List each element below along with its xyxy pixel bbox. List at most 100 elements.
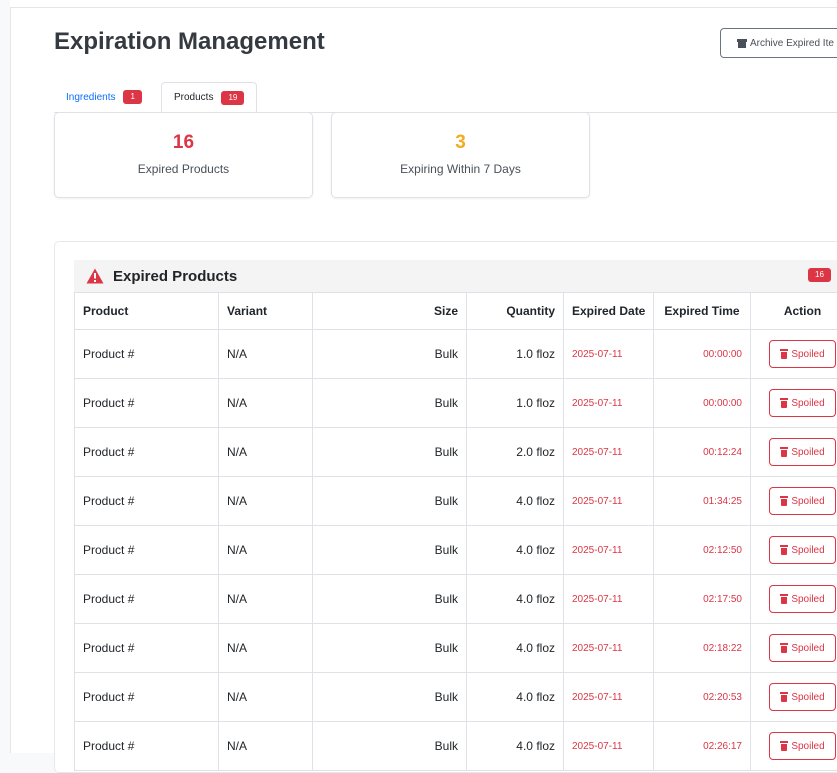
page-title: Expiration Management (54, 28, 325, 56)
section-count-badge: 16 (808, 268, 831, 282)
expired-products-label: Expired Products (55, 162, 312, 176)
spoiled-button[interactable]: Spoiled (769, 732, 835, 760)
cell-expired-time: 00:00:00 (654, 330, 751, 379)
cell-quantity: 1.0 floz (467, 330, 564, 379)
spoiled-button-label: Spoiled (791, 545, 824, 556)
expiring-soon-count: 3 (332, 132, 589, 154)
spoiled-button[interactable]: Spoiled (769, 634, 835, 662)
spoiled-button[interactable]: Spoiled (769, 487, 835, 515)
archive-icon (737, 39, 747, 48)
column-header-quantity[interactable]: Quantity (467, 293, 564, 330)
cell-product: Product # (75, 673, 219, 722)
tab-products-label: Products (174, 92, 213, 103)
cell-action: Spoiled (751, 624, 837, 673)
table-row: Product #N/ABulk4.0 floz2025-07-1102:17:… (75, 575, 837, 624)
column-header-size[interactable]: Size (313, 293, 467, 330)
cell-quantity: 4.0 floz (467, 722, 564, 771)
cell-action: Spoiled (751, 575, 837, 624)
trash-icon (780, 447, 788, 457)
expiring-soon-label: Expiring Within 7 Days (332, 162, 589, 176)
trash-icon (780, 741, 788, 751)
spoiled-button-label: Spoiled (791, 349, 824, 360)
cell-action: Spoiled (751, 428, 837, 477)
cell-size: Bulk (313, 575, 467, 624)
cell-size: Bulk (313, 379, 467, 428)
tab-products[interactable]: Products 19 (161, 82, 257, 113)
spoiled-button-label: Spoiled (791, 398, 824, 409)
spoiled-button[interactable]: Spoiled (769, 389, 835, 417)
expired-products-panel: Expired Products 16 Product Variant Size… (54, 241, 837, 773)
trash-icon (780, 643, 788, 653)
cell-expired-date: 2025-07-11 (564, 428, 654, 477)
column-header-variant[interactable]: Variant (219, 293, 313, 330)
cell-variant: N/A (219, 477, 313, 526)
table-row: Product #N/ABulk4.0 floz2025-07-1102:26:… (75, 722, 837, 771)
spoiled-button[interactable]: Spoiled (769, 536, 835, 564)
expired-products-card: 16 Expired Products (54, 112, 313, 198)
trash-icon (780, 692, 788, 702)
cell-quantity: 4.0 floz (467, 575, 564, 624)
cell-size: Bulk (313, 477, 467, 526)
cell-expired-time: 02:18:22 (654, 624, 751, 673)
cell-expired-date: 2025-07-11 (564, 673, 654, 722)
spoiled-button-label: Spoiled (791, 643, 824, 654)
cell-expired-time: 02:12:50 (654, 526, 751, 575)
cell-size: Bulk (313, 526, 467, 575)
tab-ingredients[interactable]: Ingredients 1 (54, 82, 154, 112)
app-sidebar-edge (0, 0, 11, 753)
cell-variant: N/A (219, 624, 313, 673)
table-row: Product #N/ABulk1.0 floz2025-07-1100:00:… (75, 379, 837, 428)
cell-quantity: 2.0 floz (467, 428, 564, 477)
cell-action: Spoiled (751, 673, 837, 722)
cell-action: Spoiled (751, 379, 837, 428)
trash-icon (780, 545, 788, 555)
trash-icon (780, 594, 788, 604)
cell-variant: N/A (219, 722, 313, 771)
table-row: Product #N/ABulk2.0 floz2025-07-1100:12:… (75, 428, 837, 477)
cell-variant: N/A (219, 673, 313, 722)
column-header-action: Action (751, 293, 837, 330)
cell-expired-date: 2025-07-11 (564, 722, 654, 771)
cell-expired-time: 02:20:53 (654, 673, 751, 722)
table-row: Product #N/ABulk4.0 floz2025-07-1102:12:… (75, 526, 837, 575)
cell-product: Product # (75, 330, 219, 379)
tab-ingredients-count-badge: 1 (123, 90, 141, 104)
cell-variant: N/A (219, 526, 313, 575)
archive-expired-button[interactable]: Archive Expired Ite (720, 28, 837, 58)
spoiled-button-label: Spoiled (791, 447, 824, 458)
tab-ingredients-label: Ingredients (66, 92, 115, 103)
cell-variant: N/A (219, 428, 313, 477)
cell-product: Product # (75, 526, 219, 575)
cell-action: Spoiled (751, 477, 837, 526)
cell-action: Spoiled (751, 722, 837, 771)
cell-variant: N/A (219, 379, 313, 428)
cell-size: Bulk (313, 330, 467, 379)
cell-quantity: 1.0 floz (467, 379, 564, 428)
cell-expired-date: 2025-07-11 (564, 330, 654, 379)
cell-expired-time: 02:26:17 (654, 722, 751, 771)
cell-expired-time: 02:17:50 (654, 575, 751, 624)
cell-action: Spoiled (751, 330, 837, 379)
cell-size: Bulk (313, 624, 467, 673)
cell-product: Product # (75, 477, 219, 526)
column-header-expired-date[interactable]: Expired Date (564, 293, 654, 330)
cell-variant: N/A (219, 330, 313, 379)
cell-expired-date: 2025-07-11 (564, 526, 654, 575)
tab-products-count-badge: 19 (221, 91, 244, 105)
cell-size: Bulk (313, 428, 467, 477)
spoiled-button[interactable]: Spoiled (769, 340, 835, 368)
column-header-product[interactable]: Product (75, 293, 219, 330)
archive-expired-label: Archive Expired Ite (750, 38, 834, 49)
table-row: Product #N/ABulk4.0 floz2025-07-1102:18:… (75, 624, 837, 673)
cell-product: Product # (75, 379, 219, 428)
spoiled-button[interactable]: Spoiled (769, 683, 835, 711)
cell-expired-date: 2025-07-11 (564, 575, 654, 624)
cell-quantity: 4.0 floz (467, 477, 564, 526)
cell-expired-date: 2025-07-11 (564, 624, 654, 673)
spoiled-button[interactable]: Spoiled (769, 438, 835, 466)
section-header: Expired Products 16 (74, 260, 837, 292)
cell-product: Product # (75, 722, 219, 771)
spoiled-button[interactable]: Spoiled (769, 585, 835, 613)
cell-product: Product # (75, 624, 219, 673)
column-header-expired-time[interactable]: Expired Time (654, 293, 751, 330)
